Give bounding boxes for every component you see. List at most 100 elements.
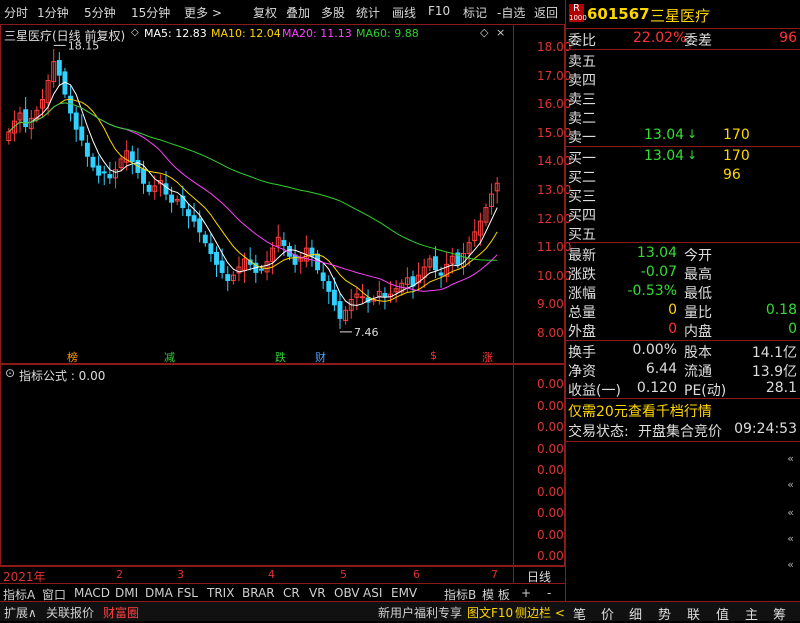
sidebar-toggle[interactable]: 侧边栏 < [515,604,565,621]
collapse-arrow-icon[interactable]: « [787,532,794,545]
tab-fsl[interactable]: FSL [177,586,198,600]
signal-tag-bang[interactable]: 榜 [67,349,78,365]
candle-body [382,293,388,298]
finance-value: 6.44 [645,361,677,377]
candle-body [146,184,152,192]
period-more[interactable]: 更多 > [184,4,222,21]
candle-body [432,256,438,271]
tab-trix[interactable]: TRIX [207,586,234,600]
watchlist-remove-button[interactable]: -自选 [497,4,525,21]
candle-body [331,289,337,306]
wealth-circle-link[interactable]: 财富圈 [103,604,139,621]
tab-detail[interactable]: 细 [629,604,642,623]
tab-tick[interactable]: 笔 [573,604,586,623]
chevron-down-icon[interactable]: ◇ [131,27,139,38]
sub-chart-frame [0,364,565,566]
bid-volume: 170 [723,148,750,164]
wei-bi-label: 委比 [568,33,596,49]
stat-label: 涨跌 [568,267,596,283]
finance-value: 0.120 [636,380,677,396]
collapse-arrow-icon[interactable]: « [787,478,794,491]
stat-label: 最新 [568,248,596,264]
stats-button[interactable]: 统计 [356,4,380,21]
tab-cr[interactable]: CR [283,586,300,600]
candle-body [326,281,332,292]
related-quotes-link[interactable]: 关联报价 [46,604,94,621]
status-bar: 扩展∧ 关联报价 财富圈 新用户福利专享 图文F10 侧边栏 < [0,601,565,621]
overlay-button[interactable]: 叠加 [286,4,310,21]
collapse-arrow-icon[interactable]: « [787,558,794,571]
stat-value: -0.53% [627,283,677,299]
candle-body [185,209,191,217]
quote-panel: R 1000 601567 三星医疗 委比 22.02% 委差 96 卖五 卖四 卖三… [565,0,800,620]
tab-vr[interactable]: VR [309,586,326,600]
close-icon[interactable]: × [496,26,505,39]
signal-tag-jian[interactable]: 减 [164,349,175,365]
sub-chart-title: 指标公式 : 0.00 [19,369,106,383]
depth-promo-link[interactable]: 仅需20元查看千档行情 [568,401,712,421]
signal-tag-zhang[interactable]: 涨 [482,349,493,365]
finance-value: 0.00% [632,342,677,358]
tab-linked[interactable]: 联 [687,604,700,623]
graphic-f10-link[interactable]: 图文F10 [467,604,513,621]
sub-tick: 0.00 [537,441,564,456]
tab-dmi[interactable]: DMI [115,586,138,600]
bid-level-label: 买一 [568,151,596,167]
tab-main[interactable]: 主 [745,604,758,623]
price-tick: 9.00 [537,297,564,312]
diamond-icon[interactable]: ◇ [480,26,488,39]
bid-volume: 96 [723,167,741,183]
ask-price[interactable]: 13.04 [644,127,684,143]
tab-asi[interactable]: ASI [363,586,382,600]
trade-status-label: 交易状态: [568,424,629,440]
candle-body [225,274,231,282]
tab-emv[interactable]: EMV [391,586,417,600]
sub-tick: 0.00 [537,398,564,413]
wei-bi-value: 22.02% [633,30,687,46]
candlestick-chart[interactable]: 18.15 7.46 [0,40,513,370]
period-1min[interactable]: 1分钟 [37,4,69,21]
collapse-arrow-icon[interactable]: « [787,506,794,519]
bid-level-label: 买三 [568,189,596,205]
signal-tag-die[interactable]: 跌 [275,349,286,365]
collapse-arrow-icon[interactable]: « [787,452,794,465]
sub-chart-toggle-icon[interactable]: ⊙ [5,366,15,380]
mark-button[interactable]: 标记 [463,4,487,21]
stat-label: 总量 [568,305,596,321]
bid-price[interactable]: 13.04 [644,148,684,164]
period-5min[interactable]: 5分钟 [84,4,116,21]
candle-body [214,251,219,265]
period-fenshi[interactable]: 分时 [4,4,28,21]
candle-body [337,301,343,319]
ma5-label: MA5: 12.83 [144,27,207,40]
f10-button[interactable]: F10 [428,4,450,18]
tab-obv[interactable]: OBV [334,586,360,600]
candle-body [141,168,146,184]
multi-stock-button[interactable]: 多股 [321,4,345,21]
tab-price[interactable]: 价 [601,604,614,623]
tab-chips[interactable]: 筹 [773,604,786,623]
tab-trend[interactable]: 势 [658,604,671,623]
period-15min[interactable]: 15分钟 [131,4,170,21]
restore-rights-button[interactable]: 复权 [253,4,277,21]
wei-cha-value: 96 [779,30,797,46]
tab-macd[interactable]: MACD [74,586,110,600]
tab-brar[interactable]: BRAR [242,586,275,600]
back-button[interactable]: 返回 [534,4,558,21]
finance-value: 28.1 [765,380,797,396]
ma10-label: MA10: 12.04 [211,27,281,40]
ma60-label: MA60: 9.88 [356,27,419,40]
new-user-promo-link[interactable]: 新用户福利专享 [378,604,462,621]
stock-flag-icon: R 1000 [569,3,587,22]
tab-value[interactable]: 值 [716,604,729,623]
tab-dma[interactable]: DMA [145,586,173,600]
candle-body [101,171,107,174]
draw-line-button[interactable]: 画线 [392,4,416,21]
signal-tag-cai[interactable]: 财 [315,349,326,365]
add-indicator-button[interactable]: + [521,586,531,600]
expand-button[interactable]: 扩展∧ [4,604,37,621]
candle-body [90,156,96,168]
remove-indicator-button[interactable]: - [547,586,551,600]
signal-tag-dollar[interactable]: $ [430,349,437,362]
stat-label: 外盘 [568,324,596,340]
